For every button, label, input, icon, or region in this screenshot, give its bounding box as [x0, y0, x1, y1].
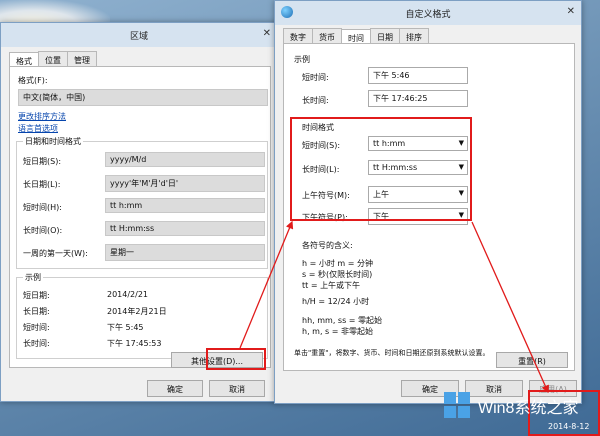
long-time-label: 长时间(O): — [23, 226, 63, 235]
language-prefs-link[interactable]: 语言首选项 — [18, 123, 58, 134]
example-long-time-value: 下午 17:45:53 — [107, 339, 162, 348]
win8-logo-area: Win8系统之家 2014-8-12 — [434, 384, 600, 436]
time-format-highlight — [290, 117, 472, 221]
example-short-time-label: 短时间: — [23, 323, 50, 332]
datetime-group-title: 日期和时间格式 — [23, 136, 83, 147]
first-day-select[interactable]: 星期一 — [105, 244, 265, 261]
taskbar-date[interactable]: 2014-8-12 — [548, 422, 589, 431]
region-cancel-button[interactable]: 取消 — [209, 380, 265, 397]
short-date-select[interactable]: yyyy/M/d — [105, 152, 265, 167]
close-icon[interactable]: ✕ — [567, 6, 575, 17]
region-ok-button[interactable]: 确定 — [147, 380, 203, 397]
close-icon[interactable]: ✕ — [263, 28, 271, 39]
example-short-time-label: 短时间: — [302, 73, 329, 82]
region-title: 区域 — [129, 32, 148, 42]
example-long-time-label: 长时间: — [302, 96, 329, 105]
short-time-label: 短时间(H): — [23, 203, 62, 212]
long-time-select[interactable]: tt H:mm:ss — [105, 221, 265, 236]
long-date-select[interactable]: yyyy'年'M'月'd'日' — [105, 175, 265, 192]
example-title: 示例 — [294, 55, 310, 64]
example-short-time-value: 下午 5:45 — [107, 323, 144, 332]
reset-note: 单击"重置"，将数字、货币、时间和日期还原到系统默认设置。 — [294, 349, 490, 357]
region-titlebar: 区域 ✕ — [1, 23, 277, 47]
format-select[interactable]: 中文(简体，中国) — [18, 89, 268, 106]
example-long-date-value: 2014年2月21日 — [107, 307, 167, 316]
region-window: 区域 ✕ 格式 位置 管理 格式(F): 中文(简体，中国) 更改排序方法 语言… — [0, 22, 278, 402]
example-short-date-label: 短日期: — [23, 291, 50, 300]
example-group: 示例 短日期: 2014/2/21 长日期: 2014年2月21日 短时间: 下… — [16, 272, 268, 359]
windows-logo-icon — [444, 392, 470, 418]
meaning-title: 各符号的含义: — [302, 241, 353, 250]
meaning-line: h/H = 12/24 小时 — [302, 297, 370, 306]
short-date-label: 短日期(S): — [23, 157, 62, 166]
example-long-time-label: 长时间: — [23, 339, 50, 348]
example-short-time-box: 下午 5:46 — [368, 67, 468, 84]
example-short-date-value: 2014/2/21 — [107, 290, 149, 299]
meaning-line: tt = 上午或下午 — [302, 281, 361, 290]
meaning-line: h, m, s = 非零起始 — [302, 327, 373, 336]
format-panel: 格式(F): 中文(简体，中国) 更改排序方法 语言首选项 日期和时间格式 短日… — [9, 66, 271, 368]
meaning-line: h = 小时 m = 分钟 — [302, 259, 373, 268]
custom-titlebar: 自定义格式 ✕ — [275, 1, 581, 25]
reset-button[interactable]: 重置(R) — [496, 352, 568, 368]
datetime-group: 日期和时间格式 短日期(S): yyyy/M/d 长日期(L): yyyy'年'… — [16, 136, 268, 269]
other-settings-highlight — [206, 348, 266, 370]
first-day-label: 一周的第一天(W): — [23, 249, 88, 258]
meaning-line: hh, mm, ss = 零起始 — [302, 316, 383, 325]
short-time-select[interactable]: tt h:mm — [105, 198, 265, 213]
long-date-label: 长日期(L): — [23, 180, 61, 189]
example-long-date-label: 长日期: — [23, 307, 50, 316]
format-label: 格式(F): — [18, 76, 48, 85]
example-long-time-box: 下午 17:46:25 — [368, 90, 468, 107]
logo-text: Win8系统之家 — [478, 400, 579, 417]
change-sort-link[interactable]: 更改排序方法 — [18, 111, 66, 122]
example-group-title: 示例 — [23, 272, 43, 283]
custom-title: 自定义格式 — [405, 10, 451, 20]
meaning-line: s = 秒(仅限长时间) — [302, 270, 373, 279]
